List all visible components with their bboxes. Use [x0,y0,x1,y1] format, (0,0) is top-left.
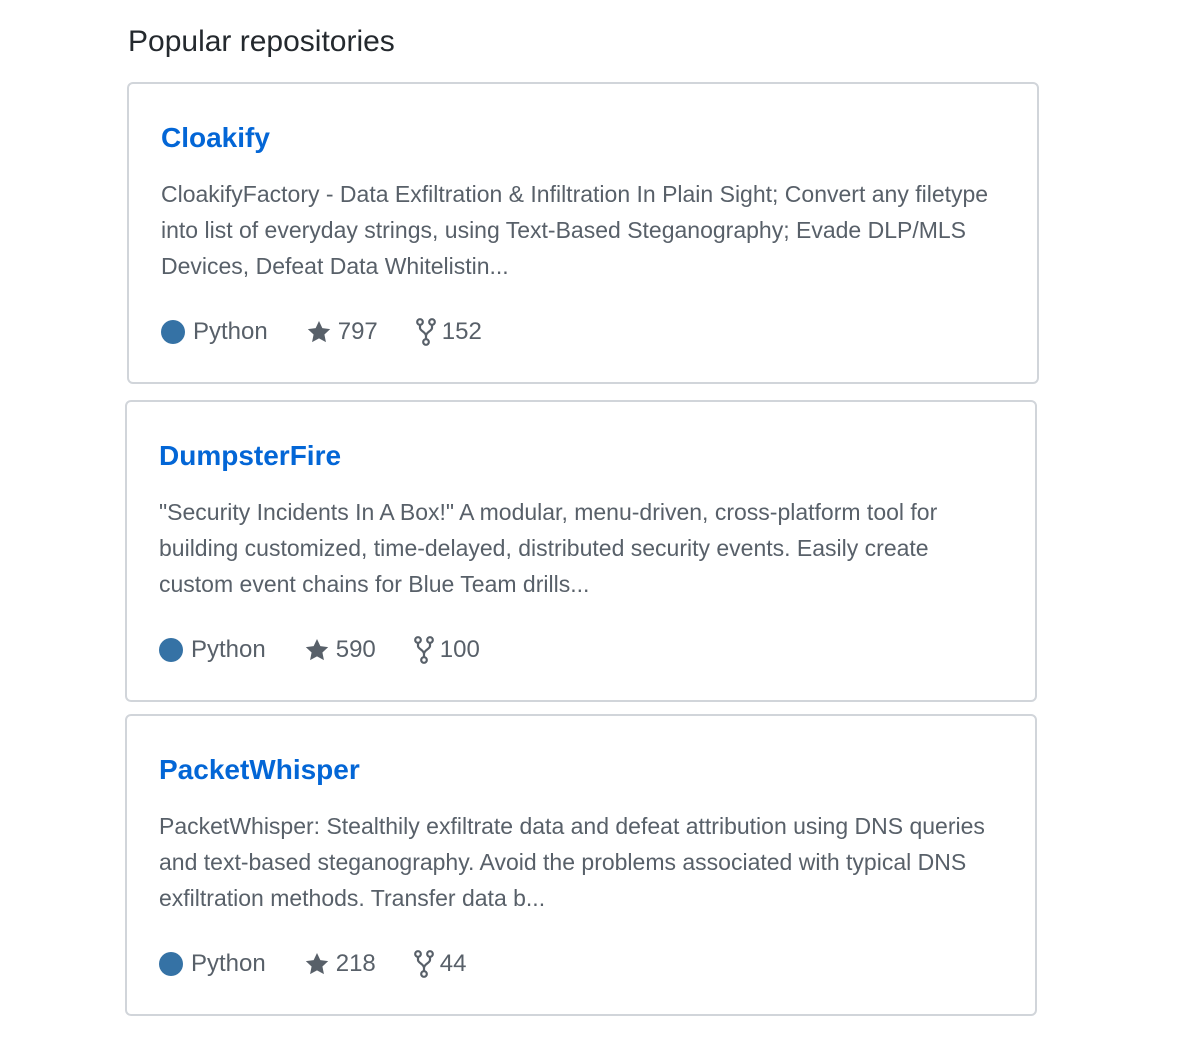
repo-forked-icon [413,950,434,978]
star-icon [306,319,332,345]
language-color-dot [161,320,185,344]
forks-link[interactable]: 152 [415,318,482,346]
repo-name-link[interactable]: PacketWhisper [159,752,360,788]
repo-card: Cloakify CloakifyFactory - Data Exfiltra… [127,82,1039,384]
repo-language: Python [159,636,266,664]
fork-count: 100 [439,636,480,663]
repo-meta: Python 218 44 [159,946,504,982]
repo-language: Python [161,318,268,346]
repo-description: "Security Incidents In A Box!" A modular… [159,499,938,597]
fork-count: 152 [441,318,482,345]
repo-description: PacketWhisper: Stealthily exfiltrate dat… [159,813,985,911]
star-icon [304,951,330,977]
repo-forked-icon [415,318,436,346]
stargazers-link[interactable]: 797 [306,318,378,346]
repo-name-link[interactable]: DumpsterFire [159,438,341,474]
forks-link[interactable]: 100 [413,636,480,664]
repo-meta: Python 797 152 [161,314,520,350]
star-icon [304,637,330,663]
star-count: 590 [335,636,376,663]
language-label: Python [191,950,266,977]
language-color-dot [159,952,183,976]
stargazers-link[interactable]: 590 [304,636,376,664]
repo-card: PacketWhisper PacketWhisper: Stealthily … [125,714,1037,1016]
repo-forked-icon [413,636,434,664]
section-title: Popular repositories [128,25,395,58]
repo-card: DumpsterFire "Security Incidents In A Bo… [125,400,1037,702]
forks-link[interactable]: 44 [413,950,467,978]
repo-language: Python [159,950,266,978]
stargazers-link[interactable]: 218 [304,950,376,978]
language-label: Python [191,636,266,663]
star-count: 218 [335,950,376,977]
repo-description: CloakifyFactory - Data Exfiltration & In… [161,181,989,279]
language-label: Python [193,318,268,345]
repo-meta: Python 590 100 [159,632,518,668]
repo-name-link[interactable]: Cloakify [161,120,270,156]
fork-count: 44 [439,950,467,977]
star-count: 797 [337,318,378,345]
language-color-dot [159,638,183,662]
